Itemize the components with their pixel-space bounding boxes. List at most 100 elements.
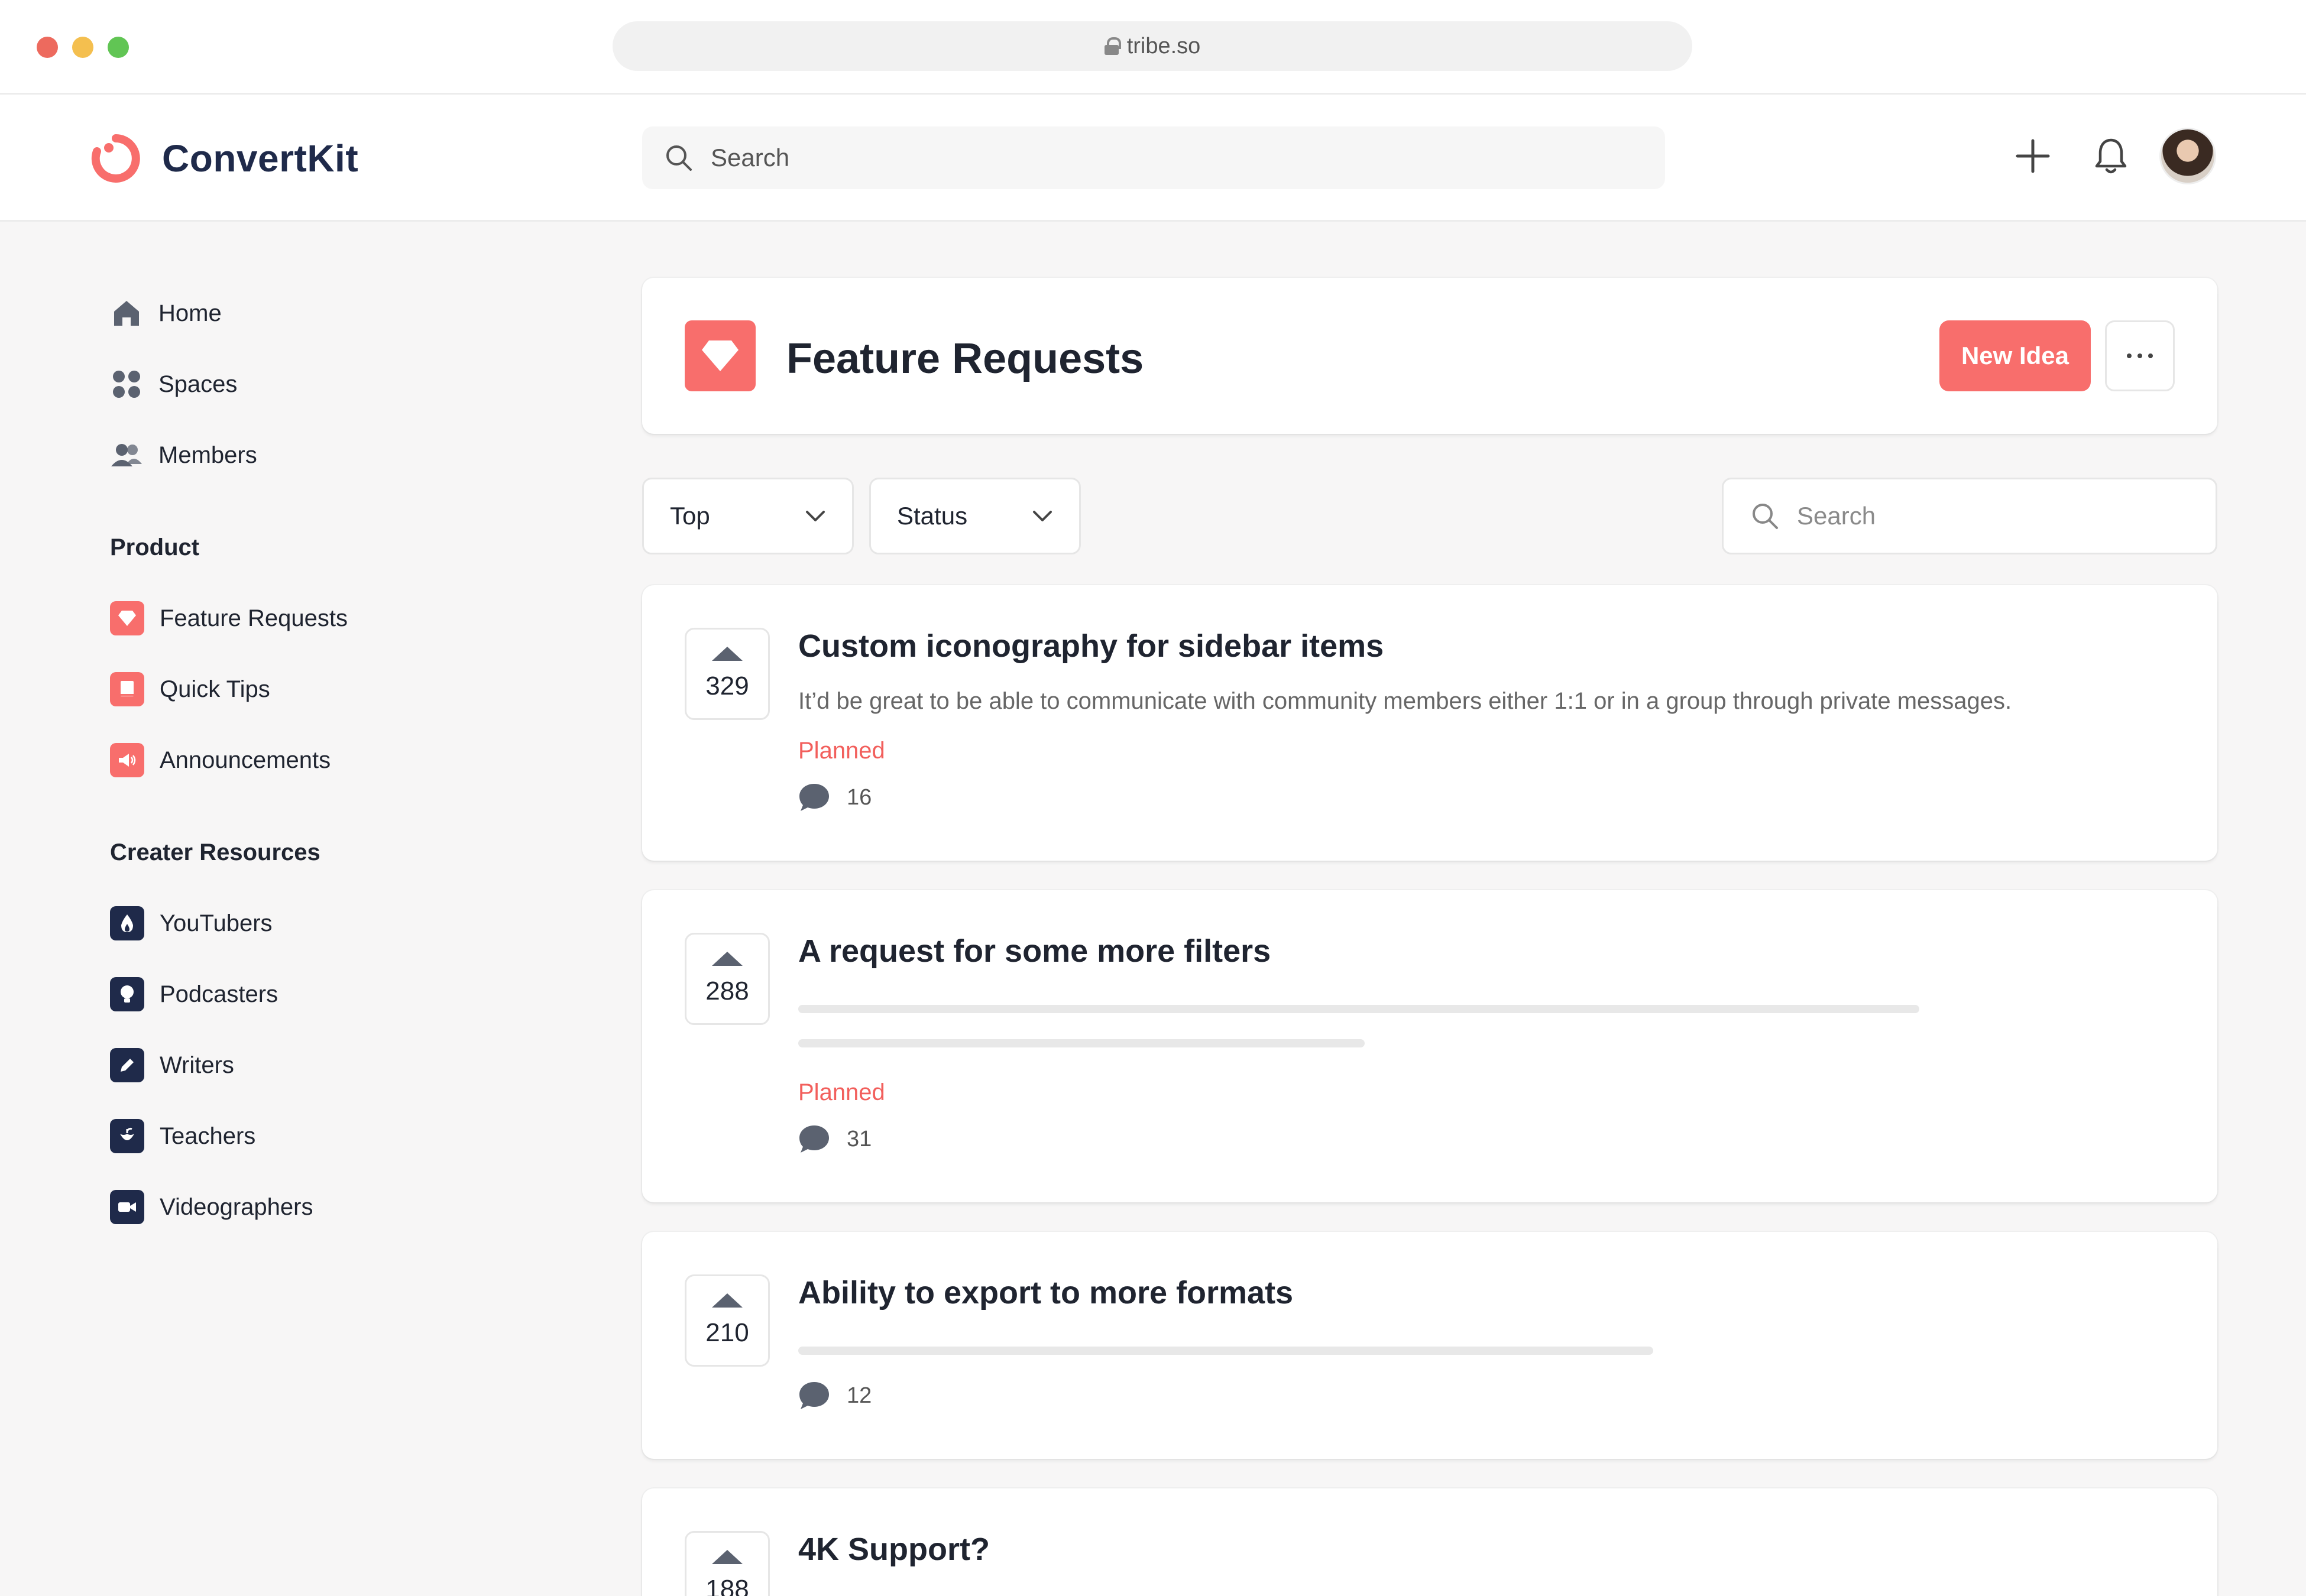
status-badge: Planned: [798, 738, 885, 764]
sidebar-item-label: Spaces: [158, 371, 238, 397]
more-dot: [2148, 353, 2153, 358]
sidebar-item-feature-requests[interactable]: Feature Requests: [110, 583, 583, 654]
sidebar-item-label: Home: [158, 300, 222, 326]
upvote-button[interactable]: 329: [685, 628, 770, 720]
post-card[interactable]: 329 Custom iconography for sidebar items…: [642, 585, 2217, 861]
upvote-arrow-icon: [712, 647, 743, 661]
post-card[interactable]: 210 Ability to export to more formats 12: [642, 1232, 2217, 1459]
vote-count: 210: [705, 1318, 749, 1347]
sidebar-item-label: Teachers: [160, 1123, 256, 1149]
comment-count-value: 12: [847, 1383, 872, 1408]
more-dot: [2127, 353, 2132, 358]
browser-chrome: tribe.so: [0, 0, 2306, 95]
sidebar-item-youtubers[interactable]: YouTubers: [110, 888, 583, 959]
status-dropdown[interactable]: Status: [869, 478, 1081, 554]
lock-icon: [1104, 37, 1121, 55]
comment-icon: [799, 784, 829, 811]
upvote-button[interactable]: 188: [685, 1531, 770, 1596]
upvote-button[interactable]: 210: [685, 1274, 770, 1367]
excerpt-placeholder-line: [798, 1039, 1365, 1047]
sidebar-item-home[interactable]: Home: [110, 278, 583, 349]
sidebar-item-quick-tips[interactable]: Quick Tips: [110, 654, 583, 725]
comment-count-value: 16: [847, 784, 872, 810]
sidebar-item-videographers[interactable]: Videographers: [110, 1172, 583, 1243]
status-dropdown-value: Status: [897, 502, 968, 530]
vote-count: 288: [705, 977, 749, 1005]
upvote-arrow-icon: [712, 1550, 743, 1564]
sidebar-section-title-creater-resources: Creater Resources: [110, 839, 320, 865]
sidebar-item-announcements[interactable]: Announcements: [110, 725, 583, 796]
excerpt-placeholder-line: [798, 1347, 1653, 1355]
global-search-input[interactable]: Search: [642, 126, 1665, 189]
app-header: ConvertKit Search: [0, 95, 2306, 222]
upvote-arrow-icon: [712, 1293, 743, 1308]
video-icon: [110, 1190, 144, 1224]
megaphone-icon: [110, 743, 144, 777]
sidebar-section-title-product: Product: [110, 534, 200, 560]
comment-count-value: 31: [847, 1126, 872, 1151]
brand-logo[interactable]: ConvertKit: [88, 130, 358, 187]
post-title[interactable]: A request for some more filters: [798, 933, 1271, 969]
vote-count: 188: [705, 1575, 749, 1596]
main-content: Feature Requests New Idea Top Status Sea…: [642, 278, 2217, 1596]
sidebar-item-podcasters[interactable]: Podcasters: [110, 959, 583, 1030]
sidebar-item-spaces[interactable]: Spaces: [110, 349, 583, 420]
sidebar-item-label: Writers: [160, 1052, 234, 1078]
sidebar-item-label: Videographers: [160, 1193, 313, 1220]
search-icon: [1753, 504, 1778, 529]
new-idea-button[interactable]: New Idea: [1939, 320, 2091, 391]
global-search-placeholder: Search: [711, 144, 790, 171]
post-title[interactable]: Custom iconography for sidebar items: [798, 628, 1384, 664]
chevron-down-icon: [1033, 511, 1052, 521]
chevron-down-icon: [806, 511, 825, 521]
url-text: tribe.so: [1126, 33, 1201, 59]
sidebar-item-label: YouTubers: [160, 910, 273, 936]
flame-icon: [110, 906, 144, 940]
close-window-button[interactable]: [37, 37, 58, 58]
diamond-icon: [110, 601, 144, 635]
page-title: Feature Requests: [786, 335, 1144, 382]
post-excerpt: It’d be great to be able to communicate …: [798, 688, 2012, 714]
vote-count: 329: [705, 672, 749, 700]
grid-icon: [110, 368, 143, 401]
sidebar-item-label: Podcasters: [160, 981, 278, 1007]
sidebar-item-writers[interactable]: Writers: [110, 1030, 583, 1101]
posts-search-input[interactable]: Search: [1722, 478, 2217, 554]
members-icon: [110, 439, 143, 472]
minimize-window-button[interactable]: [72, 37, 93, 58]
book-icon: [110, 672, 144, 706]
sidebar-item-members[interactable]: Members: [110, 420, 583, 491]
more-dot: [2137, 353, 2142, 358]
brand-name: ConvertKit: [162, 137, 359, 180]
address-bar[interactable]: tribe.so: [613, 21, 1692, 71]
comment-count[interactable]: 16: [798, 783, 872, 812]
apple-icon: [110, 1119, 144, 1153]
post-card[interactable]: 288 A request for some more filters Plan…: [642, 890, 2217, 1202]
sort-dropdown[interactable]: Top: [642, 478, 854, 554]
excerpt-placeholder-line: [798, 1005, 1919, 1013]
sidebar-item-label: Feature Requests: [160, 605, 348, 631]
pen-icon: [110, 1048, 144, 1082]
create-button[interactable]: [2008, 131, 2058, 181]
comment-icon: [799, 1382, 829, 1409]
comment-count[interactable]: 12: [798, 1381, 872, 1410]
sidebar-item-label: Members: [158, 442, 257, 468]
maximize-window-button[interactable]: [108, 37, 129, 58]
upvote-button[interactable]: 288: [685, 933, 770, 1025]
post-card[interactable]: 188 4K Support?: [642, 1488, 2217, 1596]
user-avatar[interactable]: [2159, 128, 2216, 184]
notifications-button[interactable]: [2086, 131, 2136, 181]
post-title[interactable]: Ability to export to more formats: [798, 1274, 1293, 1311]
post-title[interactable]: 4K Support?: [798, 1531, 990, 1568]
sidebar-item-label: Announcements: [160, 747, 331, 773]
comment-count[interactable]: 31: [798, 1124, 872, 1154]
upvote-arrow-icon: [712, 952, 743, 966]
convertkit-logo-icon: [91, 134, 140, 183]
filter-bar: Top Status Search: [642, 478, 2217, 554]
sort-dropdown-value: Top: [670, 502, 710, 530]
plus-icon: [2016, 139, 2050, 173]
bell-icon: [2095, 138, 2127, 174]
home-icon: [110, 297, 143, 330]
sidebar-item-teachers[interactable]: Teachers: [110, 1101, 583, 1172]
more-options-button[interactable]: [2105, 320, 2175, 391]
